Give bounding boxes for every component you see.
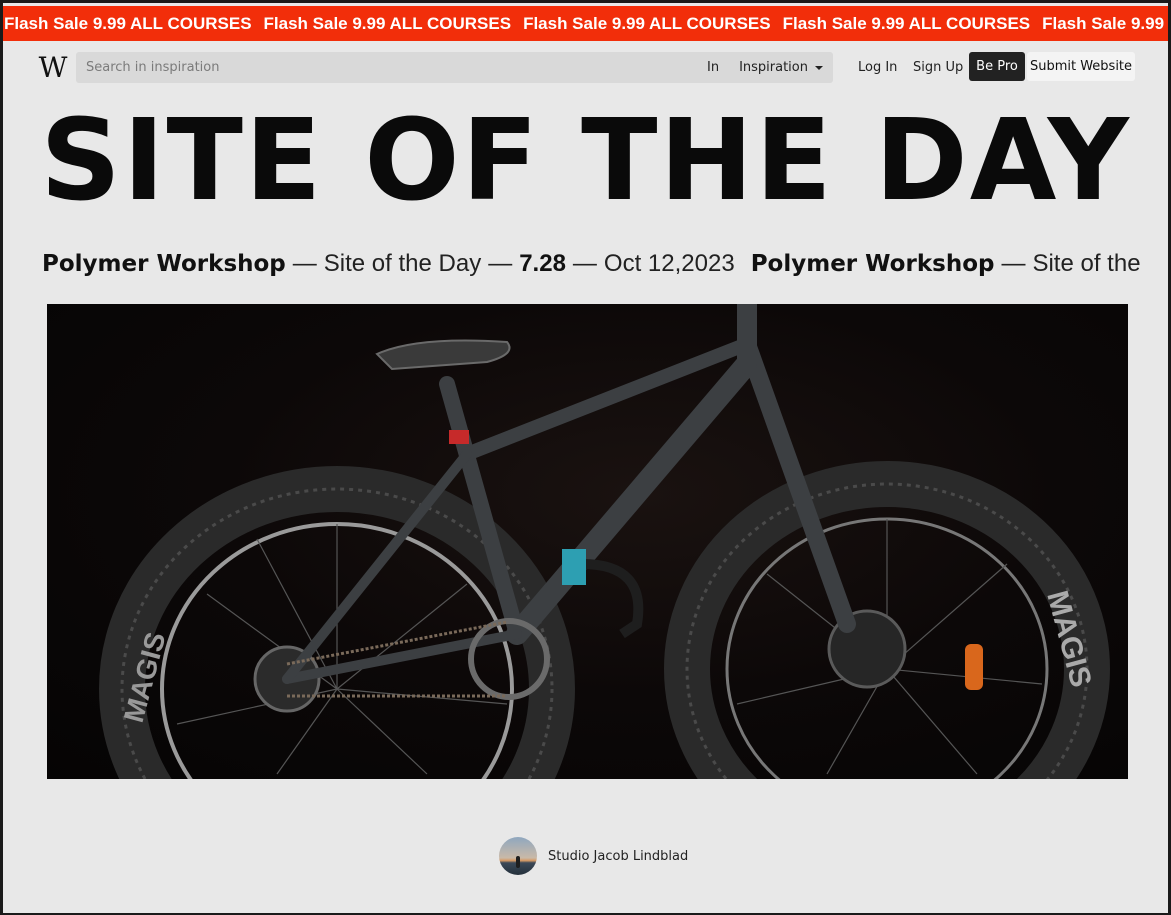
signup-link[interactable]: Sign Up	[913, 52, 963, 83]
lock-body	[562, 549, 586, 585]
ticker-item: Polymer Workshop — Site of the	[751, 250, 1141, 278]
flash-sale-text: Flash Sale 9.99 ALL COURSES	[1042, 13, 1168, 33]
site-name: Polymer Workshop	[42, 251, 286, 277]
author-name[interactable]: Studio Jacob Lindblad	[548, 849, 688, 864]
fat-bike-photo: MAGIS MAGIS	[99, 304, 1110, 779]
site-score: 7.28	[519, 250, 566, 277]
front-wheel	[664, 461, 1110, 779]
award-date: Oct 12,2023	[603, 250, 735, 277]
search-in-label: In	[706, 60, 720, 75]
flash-sale-banner[interactable]: Flash Sale 9.99 ALL COURSES Flash Sale 9…	[3, 6, 1168, 41]
award-label: Site of the	[1032, 250, 1141, 277]
be-pro-button[interactable]: Be Pro	[969, 52, 1025, 81]
logo-icon[interactable]: W	[37, 52, 69, 84]
search-input[interactable]	[76, 52, 707, 83]
page-title: SITE OF THE DAY	[40, 96, 1131, 226]
bike-seat	[375, 339, 511, 371]
submit-website-button[interactable]: Submit Website	[1027, 52, 1135, 81]
search-bar: In Inspiration	[76, 52, 833, 83]
bike-lock	[581, 559, 644, 639]
flash-sale-text: Flash Sale 9.99 ALL COURSES	[523, 13, 771, 33]
ticker-item: Polymer Workshop — Site of the Day — 7.2…	[42, 250, 735, 278]
ticker-separator: —	[292, 250, 317, 277]
flash-sale-text: Flash Sale 9.99 ALL COURSES	[4, 13, 252, 33]
search-scope-dropdown[interactable]: Inspiration	[739, 60, 823, 75]
flash-sale-text: Flash Sale 9.99 ALL COURSES	[782, 13, 1031, 33]
ticker-separator: —	[1001, 250, 1026, 277]
site-name: Polymer Workshop	[750, 251, 995, 277]
avatar-icon[interactable]	[499, 837, 537, 875]
site-ticker[interactable]: Polymer Workshop — Site of the Day — 7.2…	[3, 247, 1168, 281]
top-nav: W In Inspiration Log In Sign Up Be Pro S…	[3, 49, 1168, 85]
flash-sale-text: Flash Sale 9.99 ALL COURSES	[263, 13, 512, 33]
caret-down-icon	[815, 65, 823, 70]
ticker-separator: —	[572, 250, 597, 277]
award-label: Site of the Day	[323, 250, 482, 277]
login-link[interactable]: Log In	[858, 52, 897, 83]
seat-clamp	[449, 430, 469, 444]
search-scope-label: Inspiration	[739, 60, 808, 75]
author-credit[interactable]: Studio Jacob Lindblad	[499, 837, 688, 875]
hero-image[interactable]: MAGIS MAGIS	[47, 304, 1128, 779]
ticker-separator: —	[488, 250, 513, 277]
